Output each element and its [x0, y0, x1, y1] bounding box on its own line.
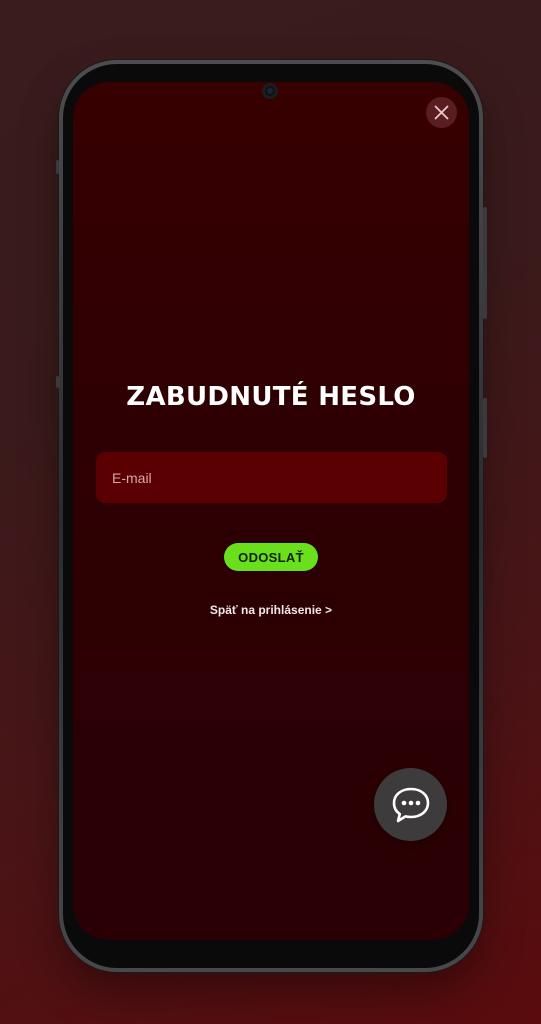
email-field[interactable] — [96, 452, 447, 503]
phone-left-button-bottom — [56, 376, 59, 388]
phone-left-button-top — [56, 160, 59, 174]
phone-power-button — [483, 398, 487, 458]
back-to-login-link[interactable]: Späť na prihlásenie > — [73, 603, 469, 617]
close-icon — [434, 105, 449, 120]
front-camera — [262, 83, 278, 99]
page-title: ZABUDNUTÉ HESLO — [126, 382, 416, 412]
close-button[interactable] — [426, 97, 457, 128]
chat-bubble-icon — [392, 787, 429, 822]
submit-button[interactable]: ODOSLAŤ — [224, 543, 318, 571]
chat-button[interactable] — [374, 768, 447, 841]
phone-volume-button — [483, 207, 487, 319]
